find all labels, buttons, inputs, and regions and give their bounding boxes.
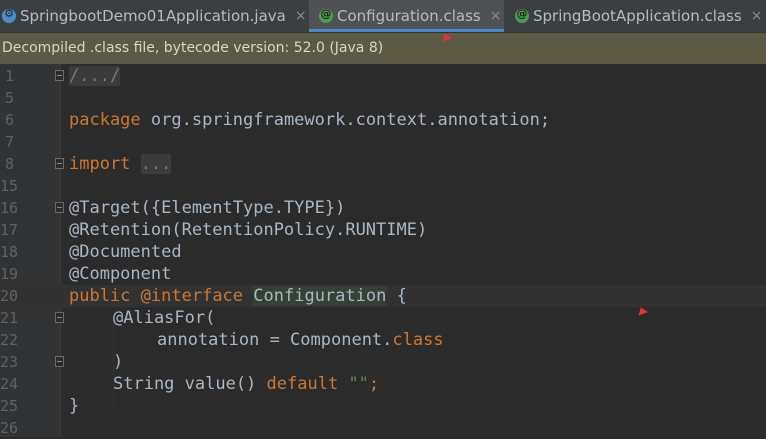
code-line: 25 } [0, 395, 766, 417]
code-line: 24 String value() default ""; [0, 373, 766, 395]
line-number: 23 [0, 353, 19, 371]
tab-springbootapplication[interactable]: @ SpringBootApplication.class × [505, 0, 766, 32]
tab-springbootdemo01application[interactable]: ⚙ SpringbootDemo01Application.java × [0, 0, 308, 32]
code-line-current: 20 public @interface Configuration { [0, 285, 766, 307]
code-line: 21 @AliasFor( [0, 307, 766, 329]
active-tab-indicator [309, 29, 504, 32]
keyword: public [69, 286, 131, 306]
code-text: ) [113, 352, 124, 372]
line-number: 8 [4, 155, 14, 173]
code-text: package org.springframework.context.anno… [69, 109, 550, 131]
code-fragment: annotation = Component. [157, 330, 393, 350]
code-line: 26 [0, 417, 766, 439]
line-number: 18 [0, 243, 19, 261]
annotation-class-icon: @ [515, 7, 529, 23]
keyword: import [69, 154, 131, 174]
keyword: package [69, 110, 141, 130]
line-number: 15 [0, 177, 19, 195]
fold-toggle-icon[interactable] [55, 202, 64, 213]
line-number: 5 [4, 89, 14, 107]
fold-toggle-icon[interactable] [55, 312, 64, 323]
code-editor[interactable]: 1 /.../ 5 6 package org.springframework.… [0, 64, 766, 437]
editor-tab-bar: ⚙ SpringbootDemo01Application.java × @ C… [0, 0, 766, 33]
tab-configuration[interactable]: @ Configuration.class × [309, 0, 504, 32]
line-number: 25 [0, 397, 19, 415]
package-name: org.springframework.context.annotation; [140, 110, 551, 130]
fold-toggle-icon[interactable] [55, 158, 64, 169]
close-icon[interactable]: × [490, 8, 502, 24]
line-number: 16 [0, 199, 19, 217]
line-number: 22 [0, 331, 19, 349]
keyword: class [392, 330, 444, 350]
semicolon: ; [368, 374, 380, 394]
code-line: 15 [0, 175, 766, 197]
annotation-class-icon: @ [319, 7, 333, 23]
line-number: 26 [0, 419, 19, 437]
code-text: String value() default ""; [113, 373, 379, 395]
line-number: 21 [0, 309, 19, 327]
code-line: 5 [0, 87, 766, 109]
decompiled-info-banner: Decompiled .class file, bytecode version… [0, 33, 766, 64]
code-line: 7 [0, 131, 766, 153]
folded-region[interactable]: ... [140, 154, 172, 174]
code-line: 17 @Retention(RetentionPolicy.RUNTIME) [0, 219, 766, 241]
code-fragment: String value() [113, 374, 267, 394]
line-number: 1 [4, 67, 14, 85]
code-text: public @interface Configuration { [69, 285, 407, 307]
code-line: 23 ) [0, 351, 766, 373]
code-line: 1 /.../ [0, 65, 766, 87]
folded-region[interactable]: /.../ [69, 66, 121, 86]
spring-java-class-icon: ⚙ [2, 7, 16, 23]
code-text: @Component [69, 264, 172, 284]
code-text: @Documented [69, 242, 182, 262]
line-number: 20 [0, 287, 19, 305]
keyword: default [266, 374, 339, 394]
close-icon[interactable]: × [295, 8, 307, 24]
code-text: import ... [69, 153, 172, 175]
code-text: } [69, 396, 80, 416]
code-line: 8 import ... [0, 153, 766, 175]
line-number: 6 [4, 111, 14, 129]
code-text: @Target({ElementType.TYPE}) [69, 198, 346, 218]
close-icon[interactable]: × [751, 8, 763, 24]
code-text: annotation = Component.class [157, 329, 444, 351]
highlighted-identifier: Configuration [253, 286, 387, 306]
fold-toggle-icon[interactable] [55, 356, 64, 367]
code-line: 22 annotation = Component.class [0, 329, 766, 351]
code-line: 16 @Target({ElementType.TYPE}) [0, 197, 766, 219]
line-number: 24 [0, 375, 19, 393]
string-literal: "" [348, 374, 369, 394]
line-number: 7 [4, 133, 14, 151]
line-number: 17 [0, 221, 19, 239]
tab-label: SpringbootDemo01Application.java [20, 7, 286, 25]
code-line: 19 @Component [0, 263, 766, 285]
code-text: /.../ [69, 65, 121, 87]
code-text: @Retention(RetentionPolicy.RUNTIME) [69, 220, 428, 240]
keyword: @interface [140, 286, 244, 306]
line-number: 19 [0, 265, 19, 283]
tab-label: Configuration.class [337, 7, 481, 25]
tab-label: SpringBootApplication.class [533, 7, 742, 25]
code-line: 6 package org.springframework.context.an… [0, 109, 766, 131]
code-line: 18 @Documented [0, 241, 766, 263]
code-text: @AliasFor( [113, 308, 216, 328]
brace: { [386, 286, 407, 306]
fold-toggle-icon[interactable] [55, 70, 64, 81]
